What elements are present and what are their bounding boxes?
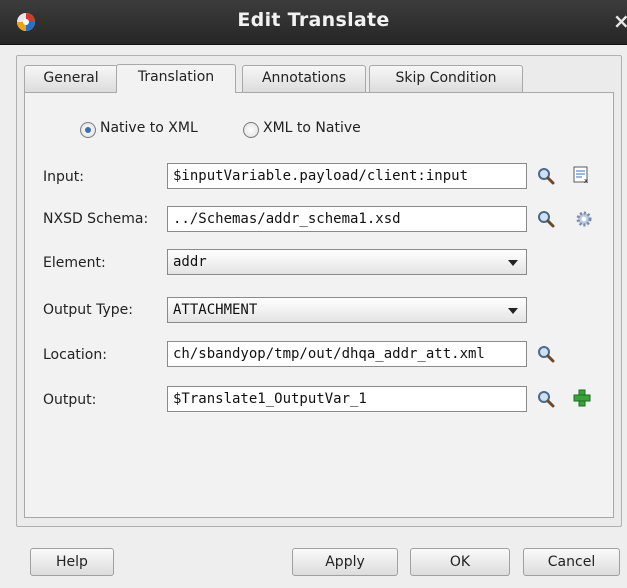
chevron-down-icon [508,308,518,314]
nxsd-schema-label: NXSD Schema: [43,211,149,227]
chevron-down-icon [508,260,518,266]
ok-button[interactable]: OK [410,548,510,576]
element-dropdown[interactable]: addr [167,249,527,275]
input-label: Input: [43,169,84,185]
cancel-button[interactable]: Cancel [523,548,620,576]
native-to-xml-label[interactable]: Native to XML [100,120,198,136]
output-type-value: ATTACHMENT [173,302,258,318]
xml-to-native-radio[interactable] [243,122,259,138]
expression-builder-icon[interactable]: x [573,166,591,184]
search-icon[interactable] [537,210,555,228]
tab-annotations[interactable]: Annotations [242,65,366,92]
close-icon[interactable]: × [613,9,627,33]
output-field[interactable]: $Translate1_OutputVar_1 [167,386,527,412]
search-icon[interactable] [537,345,555,363]
location-label: Location: [43,347,107,363]
search-icon[interactable] [537,167,555,185]
input-field[interactable]: $inputVariable.payload/client:input [167,163,527,189]
window-title: Edit Translate [237,9,390,31]
output-type-dropdown[interactable]: ATTACHMENT [167,297,527,323]
output-type-label: Output Type: [43,302,133,318]
gear-icon[interactable] [575,210,593,228]
output-label: Output: [43,392,97,408]
location-field[interactable]: ch/sbandyop/tmp/out/dhqa_addr_att.xml [167,341,527,367]
help-button[interactable]: Help [30,548,114,576]
native-to-xml-radio[interactable] [80,122,96,138]
tab-skip-condition[interactable]: Skip Condition [369,65,523,92]
add-icon[interactable] [573,389,591,407]
element-value: addr [173,254,207,270]
title-bar: Edit Translate × [0,0,627,45]
xml-to-native-label[interactable]: XML to Native [263,120,361,136]
tab-translation[interactable]: Translation [116,64,236,93]
nxsd-schema-field[interactable]: ../Schemas/addr_schema1.xsd [167,206,527,232]
svg-text:x: x [584,177,588,184]
tab-general[interactable]: General [24,65,118,92]
apply-button[interactable]: Apply [292,548,398,576]
search-icon[interactable] [537,390,555,408]
element-label: Element: [43,255,106,271]
